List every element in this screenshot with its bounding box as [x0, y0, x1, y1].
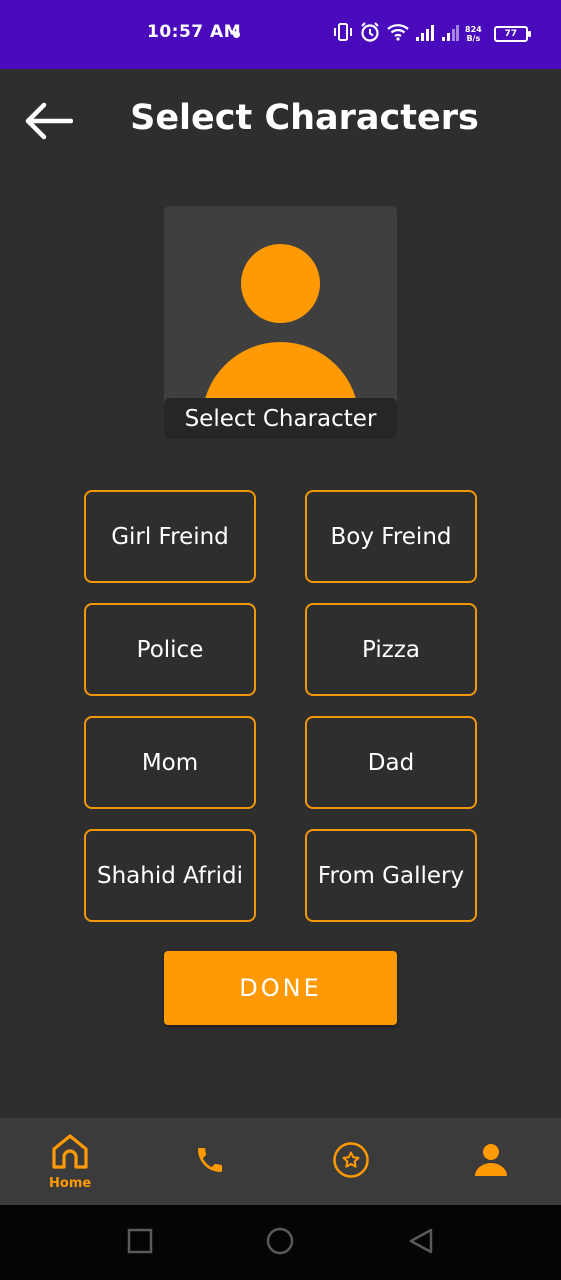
- character-button-boy-freind[interactable]: Boy Freind: [305, 490, 477, 583]
- system-nav-bar: [0, 1205, 561, 1280]
- nav-item-favorites[interactable]: [281, 1118, 421, 1205]
- bottom-nav: Home: [0, 1118, 561, 1205]
- character-button-pizza[interactable]: Pizza: [305, 603, 477, 696]
- network-speed: 824 B/s: [465, 25, 482, 43]
- home-circle-icon[interactable]: [265, 1227, 295, 1261]
- wifi-icon: [387, 23, 409, 45]
- person-icon-head: [241, 244, 320, 323]
- home-icon: [50, 1133, 90, 1175]
- phone-icon: [194, 1144, 226, 1180]
- nav-label-home: Home: [49, 1175, 92, 1191]
- battery-icon: 77: [493, 26, 531, 42]
- vibrate-icon: [333, 21, 353, 47]
- network-speed-unit: B/s: [466, 34, 481, 43]
- user-icon: [472, 1141, 510, 1183]
- nav-item-profile[interactable]: [421, 1118, 561, 1205]
- character-button-shahid-afridi[interactable]: Shahid Afridi: [84, 829, 256, 922]
- notification-dot: [233, 31, 240, 38]
- character-button-dad[interactable]: Dad: [305, 716, 477, 809]
- done-button[interactable]: DONE: [164, 951, 397, 1025]
- character-grid: Girl Freind Boy Freind Police Pizza Mom …: [84, 490, 477, 922]
- star-icon: [332, 1141, 370, 1183]
- network-speed-value: 824: [465, 25, 482, 34]
- nav-item-calls[interactable]: [140, 1118, 280, 1205]
- nav-item-home[interactable]: Home: [0, 1118, 140, 1205]
- page-title: Select Characters: [130, 98, 479, 138]
- select-character-caption: Select Character: [164, 398, 397, 439]
- back-triangle-icon[interactable]: [407, 1227, 435, 1261]
- select-character-card[interactable]: Select Character: [164, 206, 397, 439]
- status-icons: 824 B/s 77: [333, 20, 531, 48]
- signal-icon-1: [415, 23, 435, 45]
- signal-icon-2: [441, 23, 459, 45]
- alarm-icon: [359, 21, 381, 47]
- status-time: 10:57 AM: [147, 22, 242, 42]
- character-button-girl-freind[interactable]: Girl Freind: [84, 490, 256, 583]
- character-button-police[interactable]: Police: [84, 603, 256, 696]
- battery-level: 77: [504, 29, 517, 39]
- character-button-from-gallery[interactable]: From Gallery: [305, 829, 477, 922]
- recents-icon[interactable]: [127, 1227, 153, 1259]
- character-button-mom[interactable]: Mom: [84, 716, 256, 809]
- status-bar: 10:57 AM 824 B/s 77: [0, 0, 561, 69]
